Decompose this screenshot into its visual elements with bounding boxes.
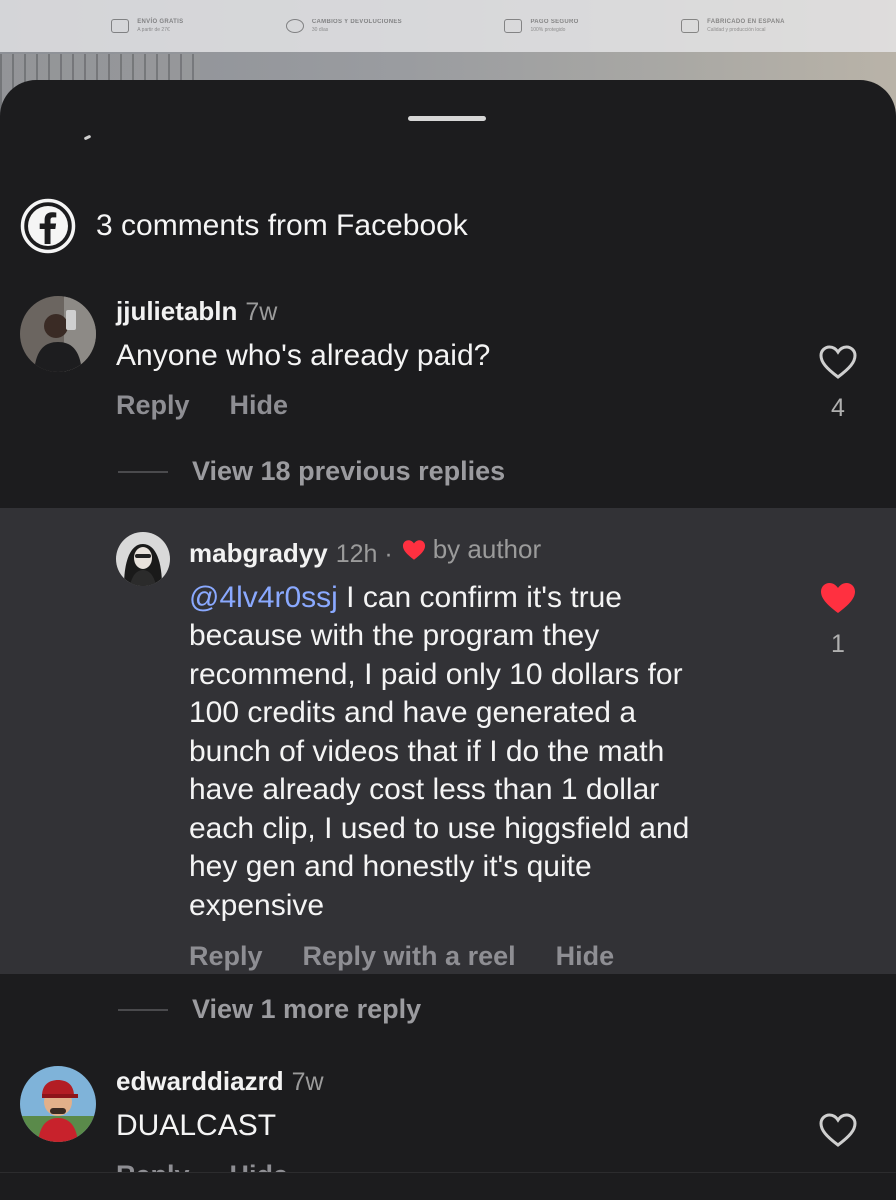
username[interactable]: jjulietabln (116, 296, 237, 327)
view-replies-label[interactable]: View 18 previous replies (192, 456, 505, 487)
feature-title: CAMBIOS Y DEVOLUCIONES (311, 19, 402, 25)
feature-title: ENVÍO GRATIS (137, 19, 184, 25)
comment-text-line: I can confirm it's true (337, 580, 622, 614)
heart-outline-icon[interactable] (818, 344, 858, 380)
heart-filled-icon (402, 539, 425, 560)
avatar-photo (20, 1066, 96, 1142)
avatar[interactable] (116, 532, 170, 586)
view-replies-label[interactable]: View 1 more reply (192, 994, 421, 1025)
feature-sub: 30 días (311, 27, 329, 33)
like-count: 4 (831, 394, 845, 422)
divider-line (118, 470, 168, 473)
hide-button[interactable]: Hide (230, 390, 289, 421)
comment-text-line: recommend, I paid only 10 dollars for (189, 657, 683, 691)
comment-text: @4lv4r0ssj I can confirm it's true becaus… (189, 579, 789, 926)
background-feature-bar: ENVÍO GRATIS A partir de 27€ CAMBIOS Y DE… (0, 0, 896, 52)
truck-icon (111, 19, 130, 33)
avatar[interactable] (20, 296, 96, 372)
feature-sub: 100% protegido (530, 27, 566, 33)
comment-header: edwarddiazrd 7w (116, 1066, 324, 1097)
avatar-photo (20, 296, 96, 372)
timestamp: 7w (245, 298, 278, 326)
lock-icon (504, 19, 523, 33)
comment-text-line: expensive (189, 888, 325, 922)
like-control (813, 1112, 863, 1148)
divider-line (118, 1008, 168, 1011)
screen: ENVÍO GRATIS A partir de 27€ CAMBIOS Y DE… (0, 0, 896, 1200)
heart-outline-icon[interactable] (818, 1112, 858, 1148)
comment-text-line: because with the program they (189, 619, 600, 652)
reply-with-reel-button[interactable]: Reply with a reel (303, 941, 516, 972)
feature-made-in: FABRICADO EN ESPAÑA Calidad y producción … (681, 19, 785, 33)
liked-by-author-badge: by author (401, 534, 541, 565)
comment-text-line: hey gen and honestly it's quite (189, 850, 592, 883)
sheet-drag-handle[interactable] (408, 116, 486, 121)
avatar[interactable] (20, 1066, 96, 1142)
timestamp: 7w (291, 1068, 324, 1096)
like-control: 1 (813, 580, 863, 659)
bottom-input-area (0, 1172, 896, 1200)
view-previous-replies[interactable]: View 18 previous replies (118, 456, 505, 487)
hide-button[interactable]: Hide (556, 941, 615, 972)
divider-line (0, 1172, 896, 1173)
reply-button[interactable]: Reply (116, 390, 190, 421)
comment-text-line: have already cost less than 1 dollar (189, 773, 660, 806)
comment-header: jjulietabln 7w (116, 296, 490, 327)
timestamp: 12h · (335, 539, 393, 568)
comments-header: 3 comments from Facebook (20, 198, 468, 254)
feature-sub: Calidad y producción local (707, 27, 766, 33)
comment-actions: Reply Hide (116, 390, 490, 421)
heart-filled-icon[interactable] (818, 580, 858, 616)
comment-text-line: each clip, I used to use higgsfield and (189, 811, 690, 845)
username[interactable]: edwarddiazrd (116, 1066, 284, 1097)
comment-actions: Reply Reply with a reel Hide (189, 941, 789, 972)
view-more-replies[interactable]: View 1 more reply (118, 994, 421, 1025)
comments-count-title: 3 comments from Facebook (96, 209, 468, 242)
refresh-icon (285, 19, 304, 33)
comment-header: mabgradyy 12h · by author (189, 534, 789, 569)
username[interactable]: mabgradyy (189, 538, 328, 569)
comment-text: DUALCAST (116, 1109, 277, 1142)
reply-button[interactable]: Reply (189, 941, 263, 972)
mention-link[interactable]: @4lv4r0ssj (189, 581, 338, 614)
comment-text: Anyone who's already paid? (116, 339, 491, 372)
map-icon (681, 19, 700, 33)
feature-returns: CAMBIOS Y DEVOLUCIONES 30 días (285, 19, 402, 33)
comment-text-line: 100 credits and have generated a (189, 696, 636, 729)
feature-shipping: ENVÍO GRATIS A partir de 27€ (111, 19, 183, 33)
like-count: 1 (831, 630, 845, 658)
like-control: 4 (813, 344, 863, 423)
feature-title: FABRICADO EN ESPAÑA (707, 19, 785, 25)
facebook-icon (20, 198, 76, 254)
avatar-photo (116, 532, 170, 586)
feature-title: PAGO SEGURO (530, 19, 579, 25)
comment-text-line: bunch of videos that if I do the math (189, 734, 665, 768)
by-author-label: by author (432, 534, 542, 564)
feature-sub: A partir de 27€ (137, 27, 170, 33)
feature-payment: PAGO SEGURO 100% protegido (504, 19, 578, 33)
decorative-mark (83, 134, 92, 141)
